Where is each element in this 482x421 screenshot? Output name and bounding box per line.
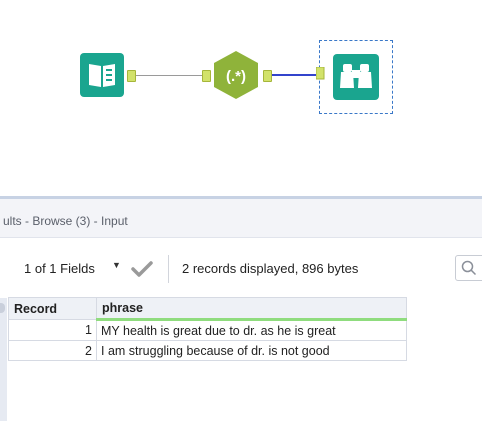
fields-selector[interactable]: 1 of 1 Fields (24, 261, 95, 276)
input-anchor[interactable] (316, 67, 326, 81)
workflow-canvas[interactable]: (.*) (0, 0, 482, 196)
results-toolbar: 1 of 1 Fields ▼ 2 records displayed, 896… (0, 238, 482, 295)
search-icon (461, 260, 477, 276)
search-input[interactable] (455, 255, 482, 281)
regex-icon: (.*) (214, 51, 258, 99)
browse-tool[interactable] (316, 40, 393, 114)
regex-label: (.*) (226, 68, 246, 85)
phrase-cell[interactable]: I am struggling because of dr. is not go… (96, 340, 407, 361)
output-anchor[interactable] (127, 70, 136, 82)
toolbar-divider (168, 255, 169, 283)
input-anchor[interactable] (202, 70, 211, 82)
chevron-down-icon[interactable]: ▼ (112, 260, 121, 270)
check-icon[interactable] (131, 260, 153, 278)
left-gutter (0, 298, 7, 421)
records-info: 2 records displayed, 896 bytes (182, 261, 359, 276)
binoculars-icon (333, 54, 379, 100)
input-data-tool[interactable] (80, 53, 124, 97)
results-table: Record phrase 1 MY health is great due t… (8, 297, 407, 361)
phrase-cell[interactable]: MY health is great due to dr. as he is g… (96, 319, 407, 341)
results-window: ults - Browse (3) - Input 1 of 1 Fields … (0, 196, 482, 421)
record-cell[interactable]: 1 (8, 319, 97, 341)
table-row[interactable]: 1 MY health is great due to dr. as he is… (8, 319, 407, 341)
connection-line (136, 75, 202, 76)
results-title: ults - Browse (3) - Input (3, 214, 128, 228)
book-icon (80, 53, 124, 97)
table-header-row: Record phrase (8, 297, 407, 321)
output-anchor[interactable] (263, 70, 272, 82)
regex-tool[interactable]: (.*) (211, 50, 261, 100)
table-row[interactable]: 2 I am struggling because of dr. is not … (8, 340, 407, 361)
record-cell[interactable]: 2 (8, 340, 97, 361)
column-header-phrase[interactable]: phrase (96, 297, 407, 321)
column-header-record[interactable]: Record (8, 297, 97, 320)
connection-line (272, 74, 318, 76)
results-title-bar: ults - Browse (3) - Input (0, 199, 482, 238)
